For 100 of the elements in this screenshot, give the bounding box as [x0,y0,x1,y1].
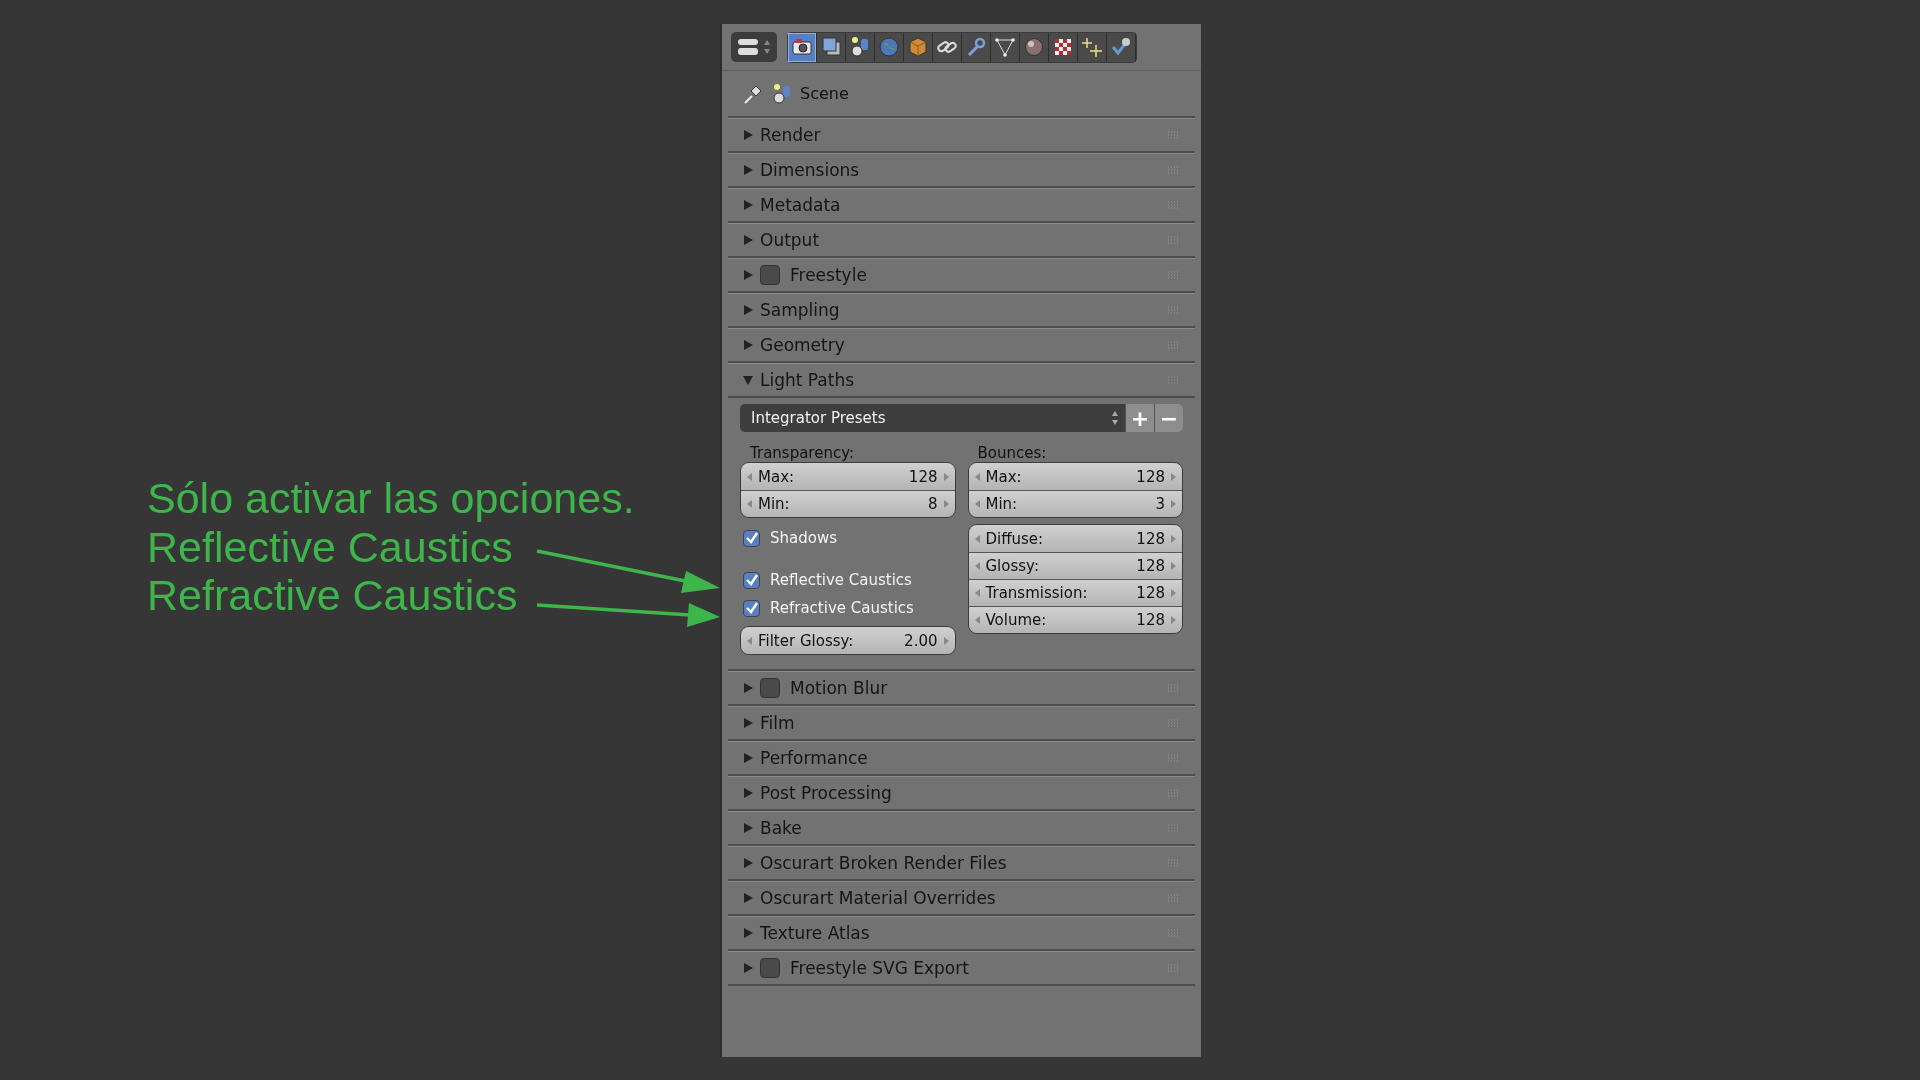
arrow-right-icon [1171,534,1176,543]
editor-type-button[interactable] [731,32,777,62]
properties-tab[interactable] [991,32,1020,62]
properties-tab[interactable] [904,32,933,62]
arrow-left-icon [747,636,752,645]
panel-header[interactable]: Oscurart Broken Render Files [728,846,1195,881]
panel-title: Post Processing [760,783,893,803]
panel-header[interactable]: Post Processing [728,776,1195,811]
number-field[interactable]: Max: 128 [968,463,1182,490]
number-field[interactable]: Max: 128 [741,463,955,490]
number-field[interactable]: Min: 8 [741,490,955,517]
triangle-right-icon [742,892,754,904]
checkbox-label: Refractive Caustics [770,599,914,617]
panel-header[interactable]: Bake [728,811,1195,846]
panel-header[interactable]: Performance [728,741,1195,776]
triangle-right-icon [742,129,754,141]
section-label: Transparency: [749,443,855,462]
panel-header[interactable]: Freestyle [728,258,1195,293]
panel-title: Texture Atlas [760,923,871,943]
panel-header[interactable]: Render [728,118,1195,153]
checkbox[interactable] [760,265,780,285]
panel-title: Metadata [760,195,842,215]
panel-header[interactable]: Output [728,223,1195,258]
globe-icon [878,36,900,58]
panel-title: Freestyle [790,265,868,285]
properties-tab[interactable] [846,32,875,62]
preset-dropdown[interactable]: Integrator Presets [740,404,1125,432]
properties-tab[interactable] [1020,32,1049,62]
number-field[interactable]: Volume: 128 [968,606,1182,633]
properties-tab[interactable] [933,32,962,62]
triangle-right-icon [742,199,754,211]
panel-header[interactable]: Motion Blur [728,671,1195,706]
arrow-right-icon [1171,500,1176,508]
arrow-left-icon [974,616,980,624]
sphere-icon [1023,36,1045,58]
checker-icon [1052,36,1074,58]
panel-title: Freestyle SVG Export [790,958,970,978]
panel-title: Motion Blur [790,678,889,698]
section-label: Bounces: [976,443,1048,462]
triangle-right-icon [742,857,754,869]
panel-title: Film [760,713,796,733]
panel-title: Light Paths [760,370,856,390]
checkbox[interactable] [760,678,780,698]
number-field[interactable]: Transmission: 128 [968,579,1182,606]
panel-title: Output [760,230,821,250]
properties-tab[interactable] [788,32,817,62]
remove-preset-button[interactable]: − [1154,404,1183,432]
triangle-right-icon [742,787,754,799]
properties-tab[interactable] [1078,32,1107,62]
panel-header[interactable]: Geometry [728,328,1195,363]
panel-header[interactable]: Metadata [728,188,1195,223]
properties-tab[interactable] [817,32,846,62]
arrow-right-icon [943,500,949,508]
number-field[interactable]: Min: 3 [968,490,1182,517]
arrow-right-icon [1171,472,1176,481]
triangle-icon [994,36,1016,58]
triangle-right-icon [742,752,754,764]
arrow-left-icon [974,589,980,597]
checkbox[interactable] [760,958,780,978]
panel-header[interactable]: Texture Atlas [728,916,1195,951]
check-icon [1110,36,1132,58]
panel-title: Oscurart Broken Render Files [760,853,1008,873]
cube-icon [907,36,929,58]
triangle-down-icon [742,374,754,386]
arrow-left-icon [974,472,980,481]
triangle-right-icon [742,269,754,281]
arrow-right-icon [1171,589,1176,597]
triangle-right-icon [742,682,754,694]
panel-title: Sampling [760,300,841,320]
context-label: Scene [800,84,849,103]
number-field[interactable]: Diffuse: 128 [968,525,1182,552]
checkbox-label: Shadows [770,529,837,547]
triangle-right-icon [742,304,754,316]
shapes-icon [849,36,871,58]
number-field[interactable]: Filter Glossy: 2.00 [741,627,955,654]
panel-header[interactable]: Film [728,706,1195,741]
annotation-text: Reflective Caustics [147,522,514,571]
panel-header[interactable]: Light Paths [728,363,1195,398]
checkbox[interactable] [743,571,760,589]
properties-tab[interactable] [1049,32,1078,62]
add-preset-button[interactable]: + [1125,404,1154,432]
arrow-left-icon [747,500,752,508]
properties-tab[interactable] [1107,32,1136,62]
arrow-right-icon [943,636,949,645]
up-down-arrows-icon [1111,410,1119,426]
panel-title: Dimensions [760,160,861,180]
properties-tab[interactable] [962,32,991,62]
panel-header[interactable]: Oscurart Material Overrides [728,881,1195,916]
arrow-left-icon [747,472,752,481]
number-field[interactable]: Glossy: 128 [968,552,1182,579]
annotation-text: Refractive Caustics [147,571,519,620]
checkbox[interactable] [743,529,760,547]
arrow-left-icon [974,562,980,570]
triangle-right-icon [742,234,754,246]
panel-header[interactable]: Sampling [728,293,1195,328]
arrow-left-icon [974,500,980,508]
checkbox[interactable] [743,599,760,617]
triangle-right-icon [742,822,754,834]
panel-header[interactable]: Freestyle SVG Export [728,951,1195,986]
panel-header[interactable]: Dimensions [728,153,1195,188]
